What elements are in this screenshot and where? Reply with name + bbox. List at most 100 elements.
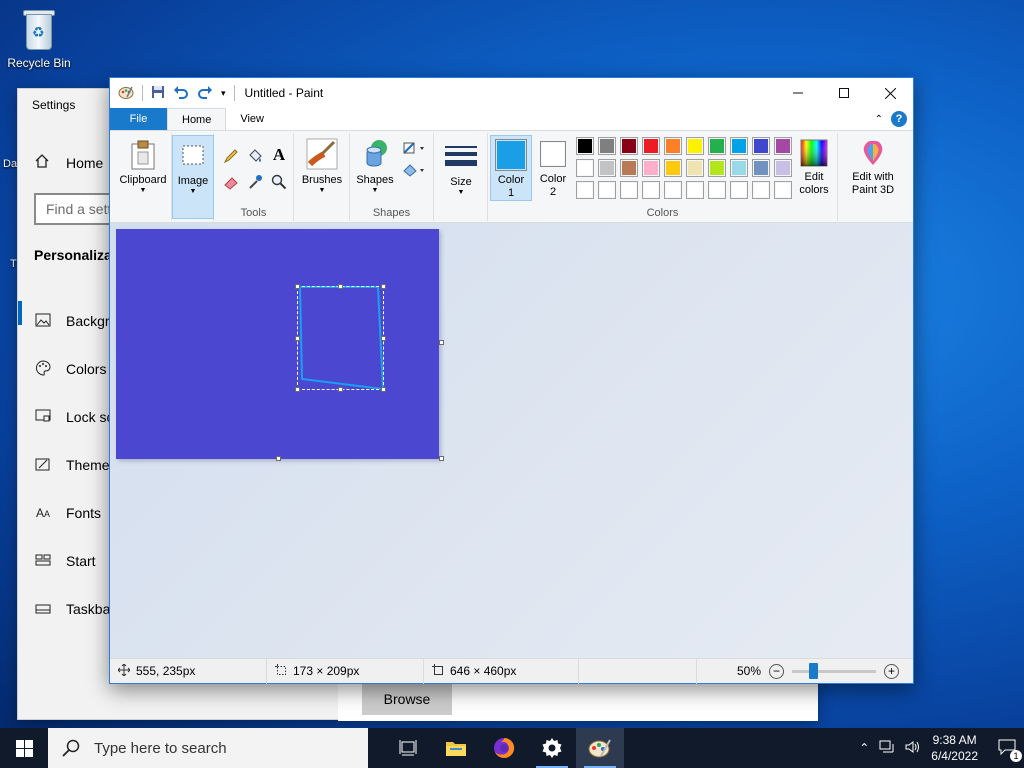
edit-with-paint3d-button[interactable]: Edit with Paint 3D — [842, 135, 904, 201]
magnifier-icon[interactable] — [270, 173, 288, 191]
size-button[interactable]: Size ▼ — [436, 135, 486, 205]
color-picker-icon[interactable] — [246, 173, 264, 191]
pencil-icon[interactable] — [222, 147, 240, 165]
customize-toolbar-chevron-icon[interactable]: ▾ — [221, 88, 226, 99]
palette-swatch[interactable] — [664, 181, 682, 199]
palette-swatch[interactable] — [576, 159, 594, 177]
palette-swatch[interactable] — [752, 159, 770, 177]
clock[interactable]: 9:38 AM 6/4/2022 — [931, 732, 978, 764]
palette-swatch[interactable] — [620, 181, 638, 199]
palette-swatch[interactable] — [620, 159, 638, 177]
palette-swatch[interactable] — [642, 159, 660, 177]
selection-handle[interactable] — [295, 387, 300, 392]
network-icon[interactable] — [879, 740, 895, 757]
palette-swatch[interactable] — [774, 137, 792, 155]
palette-swatch[interactable] — [686, 137, 704, 155]
fill-icon[interactable] — [246, 147, 264, 165]
palette-swatch[interactable] — [774, 159, 792, 177]
palette-swatch[interactable] — [774, 181, 792, 199]
palette-swatch[interactable] — [664, 159, 682, 177]
canvas-resize-handle-bottom[interactable] — [276, 456, 281, 461]
firefox-button[interactable] — [480, 728, 528, 768]
fill-shape-icon[interactable] — [400, 161, 428, 179]
selection-box[interactable] — [297, 286, 384, 390]
canvas-resize-handle-corner[interactable] — [439, 456, 444, 461]
palette-swatch[interactable] — [598, 159, 616, 177]
palette-swatch[interactable] — [752, 181, 770, 199]
clipboard-button[interactable]: Clipboard ▼ — [116, 135, 170, 219]
selection-handle[interactable] — [338, 387, 343, 392]
minimize-button[interactable] — [775, 78, 821, 108]
tab-file[interactable]: File — [110, 108, 167, 130]
palette-swatch[interactable] — [598, 137, 616, 155]
maximize-button[interactable] — [821, 78, 867, 108]
tab-view[interactable]: View — [226, 108, 278, 130]
palette-swatch[interactable] — [664, 137, 682, 155]
drawing-canvas[interactable] — [116, 229, 439, 459]
image-button[interactable]: Image ▼ — [172, 135, 214, 219]
palette-swatch[interactable] — [598, 181, 616, 199]
zoom-slider-thumb[interactable] — [808, 662, 818, 679]
start-button[interactable] — [0, 728, 48, 768]
palette-swatch[interactable] — [620, 137, 638, 155]
settings-home-link[interactable]: Home — [34, 153, 103, 172]
color1-button[interactable]: Color 1 — [490, 135, 532, 201]
selection-handle[interactable] — [381, 336, 386, 341]
palette-swatch[interactable] — [576, 137, 594, 155]
palette-swatch[interactable] — [642, 181, 660, 199]
selection-handle[interactable] — [295, 336, 300, 341]
outline-icon[interactable] — [400, 139, 428, 157]
firefox-icon — [494, 737, 515, 758]
show-hidden-icons-chevron-icon[interactable]: ⌃ — [859, 741, 869, 755]
settings-nav-background[interactable]: Backgro — [17, 297, 117, 345]
settings-nav-label: Taskbar — [66, 601, 116, 617]
brushes-button[interactable]: Brushes ▼ — [296, 135, 348, 205]
help-icon[interactable]: ? — [891, 111, 907, 127]
zoom-slider[interactable] — [792, 662, 876, 679]
zoom-in-icon[interactable]: + — [884, 663, 899, 679]
paint-taskbar-button[interactable] — [576, 728, 624, 768]
collapse-ribbon-chevron-icon[interactable]: ⌃ — [875, 114, 883, 125]
tab-home[interactable]: Home — [167, 108, 227, 130]
zoom-out-icon[interactable]: − — [769, 663, 784, 679]
recycle-bin-shortcut[interactable]: ♻ Recycle Bin — [1, 8, 77, 70]
palette-swatch[interactable] — [730, 181, 748, 199]
settings-nav-lock-screen[interactable]: Lock sc — [34, 393, 117, 441]
canvas-resize-handle-right[interactable] — [439, 340, 444, 345]
undo-icon[interactable] — [173, 85, 189, 102]
palette-swatch[interactable] — [730, 137, 748, 155]
text-tool-icon[interactable]: A — [270, 145, 288, 164]
task-view-button[interactable] — [384, 728, 432, 768]
taskbar-search-box[interactable]: Type here to search — [48, 728, 368, 768]
close-button[interactable] — [867, 78, 913, 108]
settings-taskbar-button[interactable] — [528, 728, 576, 768]
palette-swatch[interactable] — [708, 137, 726, 155]
save-icon[interactable] — [151, 85, 165, 102]
palette-swatch[interactable] — [686, 181, 704, 199]
selection-handle[interactable] — [381, 387, 386, 392]
palette-swatch[interactable] — [642, 137, 660, 155]
settings-nav-fonts[interactable]: AA Fonts — [34, 489, 117, 537]
selection-handle[interactable] — [338, 284, 343, 289]
palette-swatch[interactable] — [752, 137, 770, 155]
browse-button[interactable]: Browse — [362, 683, 452, 715]
notifications-button[interactable]: 1 — [998, 739, 1022, 762]
palette-swatch[interactable] — [730, 159, 748, 177]
edit-colors-button[interactable]: Edit colors — [792, 135, 836, 201]
shapes-button[interactable]: Shapes ▼ — [352, 135, 398, 205]
redo-icon[interactable] — [197, 85, 213, 102]
settings-nav-colors[interactable]: Colors — [34, 345, 117, 393]
palette-swatch[interactable] — [576, 181, 594, 199]
settings-nav-themes[interactable]: Themes — [34, 441, 117, 489]
palette-swatch[interactable] — [686, 159, 704, 177]
color2-button[interactable]: Color 2 — [534, 135, 572, 201]
selection-handle[interactable] — [295, 284, 300, 289]
file-explorer-button[interactable] — [432, 728, 480, 768]
palette-swatch[interactable] — [708, 159, 726, 177]
settings-nav-start[interactable]: Start — [34, 537, 117, 585]
eraser-icon[interactable] — [222, 173, 240, 191]
selection-handle[interactable] — [381, 284, 386, 289]
palette-swatch[interactable] — [708, 181, 726, 199]
settings-nav-taskbar[interactable]: Taskbar — [34, 585, 117, 633]
volume-icon[interactable] — [905, 740, 921, 757]
